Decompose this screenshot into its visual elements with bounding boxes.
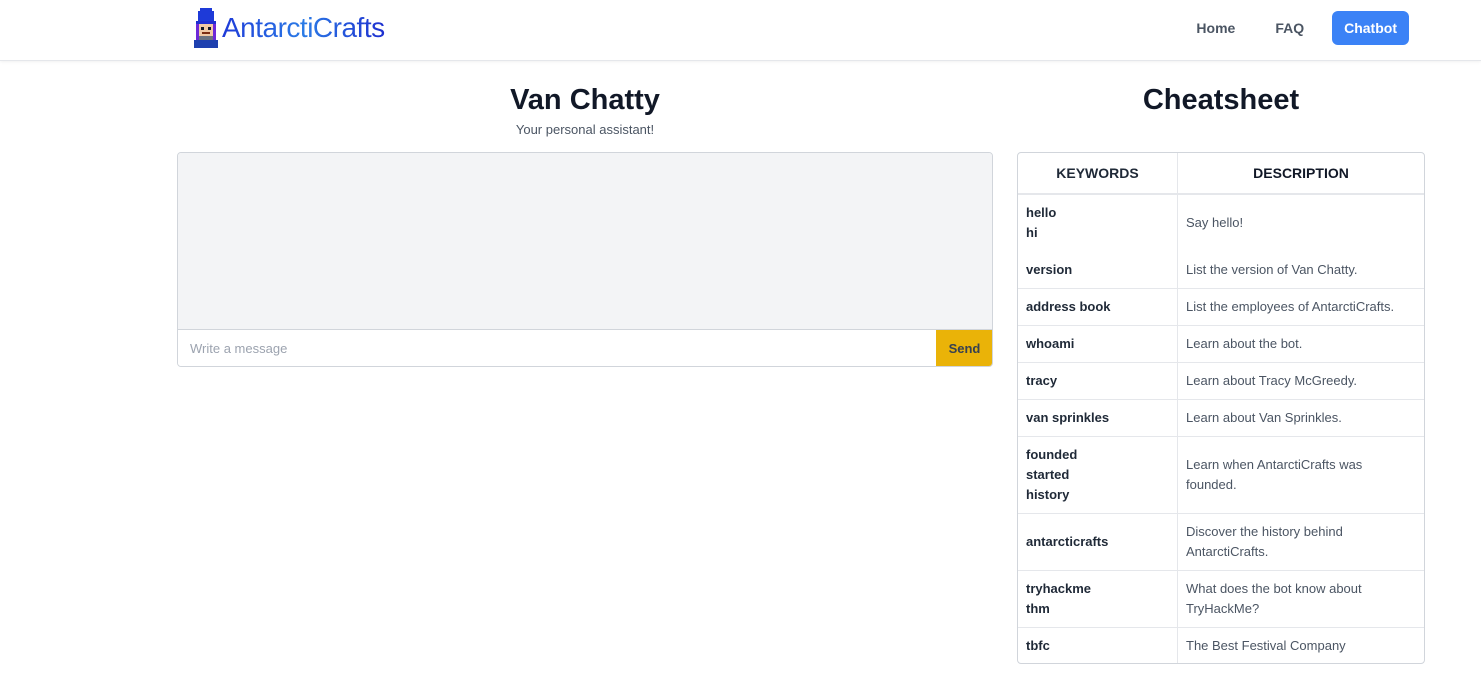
description-cell: What does the bot know about TryHackMe? [1178, 570, 1424, 627]
keyword-cell: van sprinkles [1018, 399, 1178, 436]
table-row: tryhackme thm What does the bot know abo… [1018, 570, 1424, 627]
nutcracker-logo-icon [194, 8, 218, 48]
navbar: AntarctiCrafts Home FAQ Chatbot [0, 0, 1481, 61]
keyword: tracy [1026, 373, 1058, 388]
keyword-cell: tbfc [1018, 627, 1178, 663]
keyword: history [1026, 487, 1070, 502]
chat-messages-area[interactable] [178, 153, 992, 330]
keyword-cell: founded started history [1018, 436, 1178, 513]
nav-chatbot-link[interactable]: Chatbot [1332, 11, 1409, 45]
description-cell: List the version of Van Chatty. [1186, 261, 1358, 277]
keyword: address book [1026, 299, 1111, 314]
keyword: hi [1026, 225, 1038, 240]
nav-faq-link[interactable]: FAQ [1263, 11, 1316, 45]
description-cell: Learn about the bot. [1178, 325, 1424, 362]
description-cell: Say hello! [1178, 194, 1424, 251]
keyword: antarcticrafts [1026, 534, 1109, 549]
table-row: hello hi Say hello! [1018, 194, 1424, 251]
chat-panel: Send [177, 152, 993, 367]
nav-links: Home FAQ Chatbot [1168, 11, 1409, 45]
table-row: founded started history Learn when Antar… [1018, 436, 1424, 513]
table-row: version List the version of Van Chatty. [1018, 251, 1424, 288]
description-cell: The Best Festival Company [1178, 627, 1424, 663]
table-row: address book List the employees of Antar… [1018, 288, 1424, 325]
keyword: version [1026, 261, 1073, 277]
keyword: founded [1026, 447, 1078, 462]
description-cell: Learn about Tracy McGreedy. [1178, 362, 1424, 399]
table-row: whoami Learn about the bot. [1018, 325, 1424, 362]
brand-name: AntarctiCrafts [222, 12, 385, 43]
description-header: DESCRIPTION [1178, 153, 1424, 194]
brand-logo-link[interactable]: AntarctiCrafts [192, 8, 385, 48]
cheatsheet-table: KEYWORDS DESCRIPTION hello hi Say hello!… [1017, 152, 1425, 664]
keyword: whoami [1026, 336, 1075, 351]
description-cell: Learn when AntarctiCrafts was founded. [1178, 436, 1424, 513]
keyword-cell: version [1018, 251, 1178, 288]
table-row: tracy Learn about Tracy McGreedy. [1018, 362, 1424, 399]
keyword-cell: address book [1018, 288, 1178, 325]
keyword: tryhackme [1026, 581, 1092, 596]
description-cell: Discover the history behind AntarctiCraf… [1178, 513, 1424, 570]
cheatsheet-title: Cheatsheet [1142, 84, 1300, 116]
description-cell: List the employees of AntarctiCrafts. [1178, 288, 1424, 325]
keywords-header: KEYWORDS [1018, 153, 1178, 194]
keyword: thm [1026, 601, 1050, 616]
keyword: tbfc [1026, 637, 1050, 653]
description-cell: Learn about Van Sprinkles. [1178, 399, 1424, 436]
send-button[interactable]: Send [936, 330, 992, 366]
keyword-cell: hello hi [1018, 194, 1178, 251]
message-input[interactable] [178, 330, 936, 366]
keyword: started [1026, 467, 1070, 482]
keyword-cell: tryhackme thm [1018, 570, 1178, 627]
keyword: hello [1026, 205, 1057, 220]
table-row: antarcticrafts Discover the history behi… [1018, 513, 1424, 570]
chat-subtitle: Your personal assistant! [515, 122, 655, 137]
table-row: tbfc The Best Festival Company [1018, 627, 1424, 663]
nav-home-link[interactable]: Home [1184, 11, 1247, 45]
chat-title: Van Chatty [510, 84, 660, 116]
keyword-cell: tracy [1018, 362, 1178, 399]
keyword-cell: antarcticrafts [1018, 513, 1178, 570]
table-header-row: KEYWORDS DESCRIPTION [1018, 153, 1424, 194]
table-row: van sprinkles Learn about Van Sprinkles. [1018, 399, 1424, 436]
keyword-cell: whoami [1018, 325, 1178, 362]
keyword: van sprinkles [1026, 410, 1110, 425]
